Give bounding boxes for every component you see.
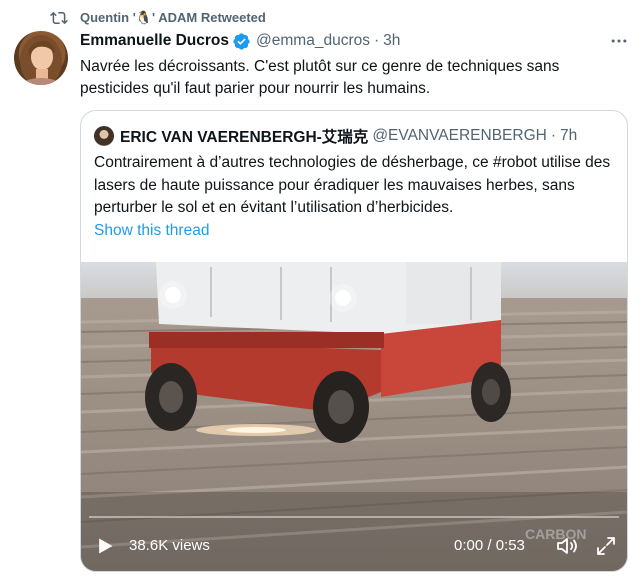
verified-badge-icon bbox=[233, 32, 250, 50]
video-frame bbox=[81, 262, 627, 571]
quote-author-handle: @EVANVAERENBERGH bbox=[372, 127, 547, 144]
quote-text: Contrairement à d’autres technologies de… bbox=[94, 154, 611, 216]
quote-time: 7h bbox=[560, 127, 578, 144]
author-name[interactable]: Emmanuelle Ducros bbox=[80, 32, 229, 50]
dot-separator: · bbox=[373, 32, 380, 49]
quote-dot-separator: · bbox=[550, 127, 556, 144]
quote-author-name: ERIC VAN VAERENBERGH-艾瑞克 bbox=[120, 129, 369, 146]
tweet-text: Navrée les décroissants. C'est plutôt su… bbox=[80, 58, 560, 97]
retweet-context[interactable]: Quentin '🐧' ADAM Retweeted bbox=[50, 8, 266, 28]
author-handle[interactable]: @emma_ducros bbox=[256, 32, 370, 50]
quote-avatar bbox=[94, 126, 114, 146]
retweet-icon bbox=[50, 11, 68, 25]
video-views: 38.6K views bbox=[129, 537, 210, 554]
tweet-header: Emmanuelle Ducros @emma_ducros · 3h bbox=[80, 30, 400, 52]
volume-icon[interactable] bbox=[555, 534, 579, 558]
fullscreen-icon[interactable] bbox=[594, 534, 618, 558]
more-icon bbox=[611, 39, 627, 43]
quoted-tweet[interactable]: ERIC VAN VAERENBERGH-艾瑞克 @EVANVAERENBERG… bbox=[80, 110, 628, 572]
avatar[interactable] bbox=[14, 31, 68, 85]
play-icon[interactable] bbox=[95, 536, 115, 556]
retweet-label: Quentin '🐧' ADAM Retweeted bbox=[80, 10, 266, 25]
show-thread-link[interactable]: Show this thread bbox=[94, 222, 209, 240]
more-button[interactable] bbox=[606, 30, 632, 52]
video-time: 0:00 / 0:53 bbox=[454, 537, 525, 554]
video-player[interactable]: CARBON 38.6K views 0:00 / 0:53 bbox=[81, 262, 627, 571]
video-controls: 38.6K views 0:00 / 0:53 bbox=[81, 532, 627, 560]
tweet-time[interactable]: 3h bbox=[383, 32, 400, 50]
avatar-portrait bbox=[20, 35, 62, 85]
video-progress-bar[interactable] bbox=[89, 516, 619, 518]
quote-header: ERIC VAN VAERENBERGH-艾瑞克 @EVANVAERENBERG… bbox=[94, 125, 577, 147]
